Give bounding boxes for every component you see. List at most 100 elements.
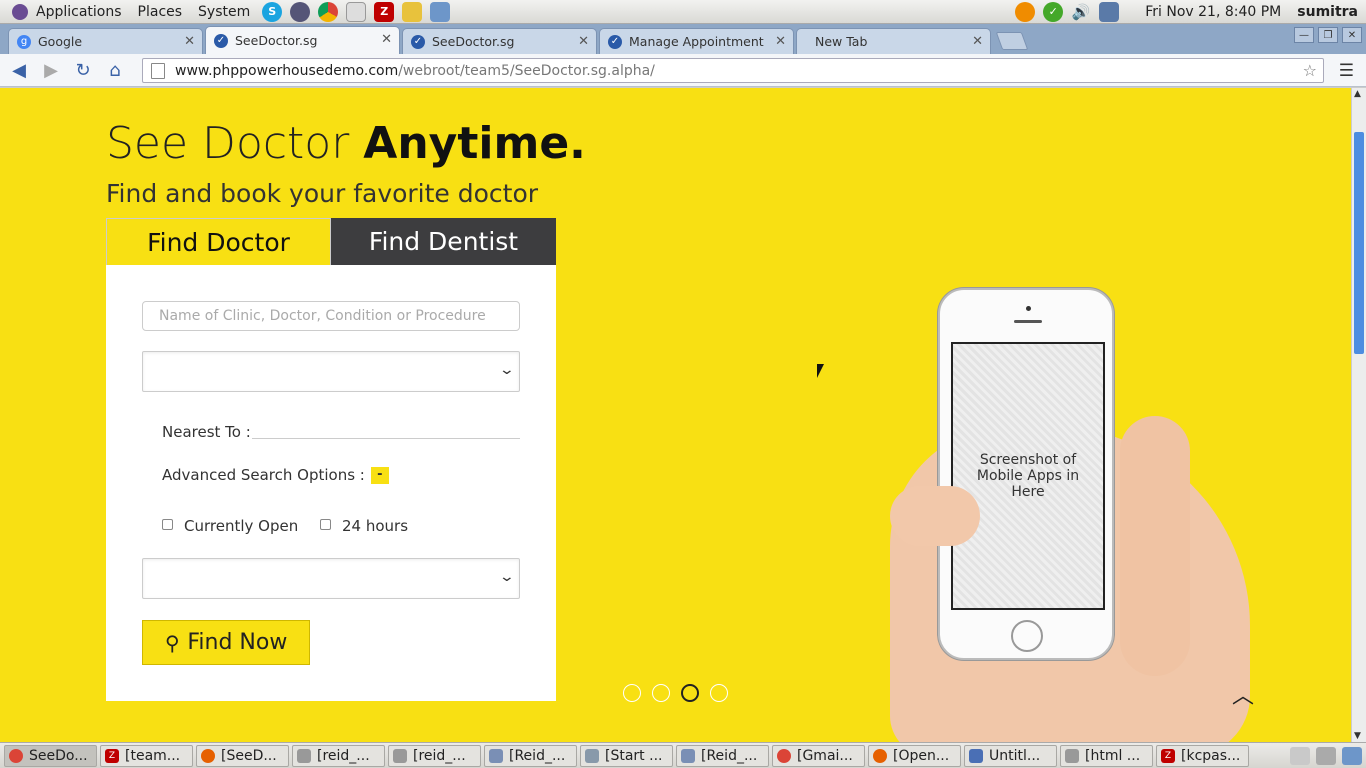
- taskbar-item-label: [team...: [125, 747, 181, 764]
- currently-open-option[interactable]: Currently Open: [162, 517, 298, 535]
- taskbar-item[interactable]: Z [kcpas...: [1156, 744, 1249, 767]
- taskbar-item[interactable]: SeeDo...: [4, 744, 97, 767]
- specialty-select[interactable]: ⌄: [142, 351, 520, 392]
- network-globe-icon[interactable]: [290, 1, 311, 22]
- taskbar-item[interactable]: Z [team...: [100, 744, 193, 767]
- hand-thumb: [890, 486, 980, 546]
- taskbar-item[interactable]: [Open...: [868, 744, 961, 767]
- scroll-to-top-icon[interactable]: ︿: [1232, 678, 1254, 710]
- browser-tab-seedoctor[interactable]: ✓ SeeDoctor.sg ✕: [402, 28, 597, 54]
- browser-tab-new-tab[interactable]: New Tab ✕: [796, 28, 991, 54]
- browser-tab-google[interactable]: g Google ✕: [8, 28, 203, 54]
- taskbar-item[interactable]: [Reid_...: [484, 744, 577, 767]
- taskbar-item[interactable]: [reid_...: [292, 744, 385, 767]
- skype-icon[interactable]: S: [262, 1, 283, 22]
- taskbar-item[interactable]: [Gmai...: [772, 744, 865, 767]
- scrollbar-thumb[interactable]: [1354, 132, 1364, 354]
- currently-open-label: Currently Open: [184, 517, 299, 535]
- currently-open-checkbox[interactable]: [162, 519, 173, 530]
- new-tab-button[interactable]: [995, 32, 1029, 50]
- forward-arrow-icon[interactable]: ▶: [38, 57, 64, 83]
- scroll-down-arrow-icon[interactable]: ▼: [1354, 731, 1361, 741]
- tab-title: New Tab: [815, 34, 868, 49]
- hero-title-bold: Anytime.: [363, 118, 586, 169]
- places-menu[interactable]: Places: [130, 0, 191, 24]
- taskbar-item[interactable]: Untitl...: [964, 744, 1057, 767]
- carousel-dot[interactable]: [623, 684, 641, 702]
- google-favicon-icon: g: [17, 34, 31, 49]
- taskbar-item[interactable]: [SeeD...: [196, 744, 289, 767]
- phone-home-button: [1011, 620, 1043, 652]
- close-tab-icon[interactable]: ✕: [184, 34, 195, 49]
- close-tab-icon[interactable]: ✕: [972, 34, 983, 49]
- chrome-menu-icon[interactable]: ☰: [1339, 61, 1354, 81]
- bottom-taskbar: SeeDo... Z [team... [SeeD... [reid_... [r…: [0, 742, 1366, 768]
- mail-client-icon[interactable]: [346, 1, 367, 22]
- workspace-1[interactable]: [1290, 746, 1310, 765]
- taskbar-item-label: [Gmai...: [797, 747, 853, 764]
- bookmark-star-icon[interactable]: ☆: [1303, 61, 1317, 80]
- system-menu[interactable]: System: [190, 0, 258, 24]
- top-panel: Applications Places System S Z ✓ 🔊 Fri N…: [0, 0, 1366, 24]
- text-editor-icon[interactable]: [402, 1, 423, 22]
- close-tab-icon[interactable]: ✕: [578, 34, 589, 49]
- taskbar-item[interactable]: [html ...: [1060, 744, 1153, 767]
- tab-find-dentist[interactable]: Find Dentist: [331, 218, 556, 265]
- nearest-to-input[interactable]: [252, 438, 520, 439]
- clock[interactable]: Fri Nov 21, 8:40 PM: [1145, 4, 1281, 20]
- workspace-switcher: [1290, 746, 1366, 765]
- filezilla-icon[interactable]: Z: [374, 1, 395, 22]
- page-scrollbar[interactable]: ▲ ▼: [1351, 88, 1366, 742]
- chrome-icon[interactable]: [318, 1, 339, 22]
- update-notifier-icon[interactable]: [1015, 1, 1036, 22]
- volume-icon[interactable]: 🔊: [1071, 2, 1091, 22]
- carousel-dot[interactable]: [681, 684, 699, 702]
- applications-menu[interactable]: Applications: [0, 0, 130, 24]
- tab-find-doctor[interactable]: Find Doctor: [106, 218, 331, 274]
- advanced-search-toggle[interactable]: -: [370, 466, 389, 484]
- taskbar-item[interactable]: [reid_...: [388, 744, 481, 767]
- filter-select[interactable]: ⌄: [142, 558, 520, 599]
- trash-icon[interactable]: [1342, 746, 1362, 765]
- phone-speaker: [1014, 320, 1042, 323]
- user-name[interactable]: sumitra: [1297, 4, 1358, 20]
- search-input[interactable]: Name of Clinic, Doctor, Condition or Pro…: [142, 301, 520, 331]
- close-window-icon[interactable]: ✕: [1342, 27, 1362, 43]
- back-arrow-icon[interactable]: ◀: [6, 57, 32, 83]
- hand-fingers: [1120, 416, 1190, 676]
- folder-icon[interactable]: [430, 1, 451, 22]
- chevron-down-icon: ⌄: [498, 569, 516, 585]
- window-controls: — ❐ ✕: [1294, 27, 1362, 43]
- reload-icon[interactable]: ↻: [70, 57, 96, 83]
- taskbar-item-label: [Open...: [893, 747, 950, 764]
- firefox-icon: [873, 748, 887, 763]
- home-icon[interactable]: ⌂: [102, 57, 128, 83]
- checkmark-status-icon[interactable]: ✓: [1043, 1, 1064, 22]
- browser-toolbar: ◀ ▶ ↻ ⌂ www.phppowerhousedemo.com/webroo…: [0, 54, 1366, 87]
- workspace-2[interactable]: [1316, 746, 1336, 765]
- minimize-icon[interactable]: —: [1294, 27, 1314, 43]
- taskbar-item[interactable]: [Start ...: [580, 744, 673, 767]
- carousel-dot[interactable]: [710, 684, 728, 702]
- phone-screen-text: Screenshot of Mobile Apps in Here: [951, 342, 1105, 610]
- scroll-up-arrow-icon[interactable]: ▲: [1354, 89, 1361, 99]
- carousel-dots: [623, 684, 728, 702]
- maximize-icon[interactable]: ❐: [1318, 27, 1338, 43]
- chrome-icon: [9, 748, 23, 763]
- taskbar-item[interactable]: [Reid_...: [676, 744, 769, 767]
- close-tab-icon[interactable]: ✕: [775, 34, 786, 49]
- 24-hours-checkbox[interactable]: [320, 519, 331, 530]
- text-file-icon: [489, 748, 503, 763]
- taskbar-item-label: SeeDo...: [29, 747, 88, 764]
- browser-tab-manage-appointment[interactable]: ✓ Manage Appointment ✕: [599, 28, 794, 54]
- close-tab-icon[interactable]: ✕: [381, 32, 392, 47]
- 24-hours-option[interactable]: 24 hours: [320, 517, 408, 535]
- carousel-dot[interactable]: [652, 684, 670, 702]
- address-bar[interactable]: www.phppowerhousedemo.com/webroot/team5/…: [142, 58, 1324, 83]
- network-status-icon[interactable]: [1099, 1, 1120, 22]
- browser-tab-seedoctor-active[interactable]: ✓ SeeDoctor.sg ✕: [205, 26, 400, 54]
- taskbar-item-label: Untitl...: [989, 747, 1041, 764]
- text-file-icon: [681, 748, 695, 763]
- find-now-button[interactable]: ⚲ Find Now: [142, 620, 310, 665]
- places-menu-label: Places: [137, 3, 183, 20]
